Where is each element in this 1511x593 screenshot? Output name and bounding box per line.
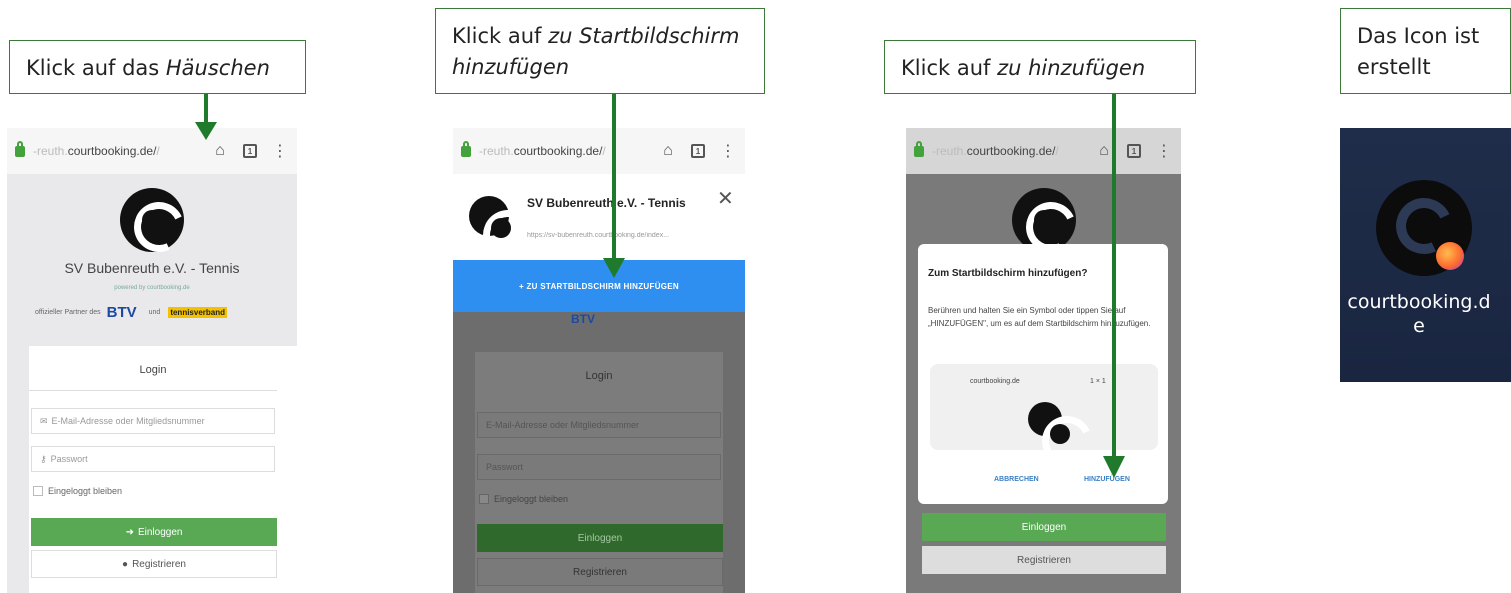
phone-screen-3: -reuth.courtbooking.de// ⌂ 1 ⋮ Einloggen… [906, 128, 1181, 593]
callout-step-4: Das Icon ist erstellt [1340, 8, 1511, 94]
dimmed-page: Login E-Mail-Adresse oder Mitgliedsnumme… [453, 312, 745, 593]
email-input[interactable]: ✉ E-Mail-Adresse oder Mitgliedsnummer [31, 408, 275, 434]
lock-icon [15, 140, 25, 157]
password-input[interactable]: ⚷ Passwort [31, 446, 275, 472]
callout-step-1: Klick auf das Häuschen [9, 40, 306, 94]
email-placeholder: E-Mail-Adresse oder Mitgliedsnummer [486, 420, 640, 430]
callout-step-4-text: Das Icon ist erstellt [1357, 24, 1480, 79]
register-button-label: Registrieren [132, 558, 186, 570]
close-icon[interactable]: ✕ [717, 186, 734, 211]
home-icon[interactable]: ⌂ [659, 142, 677, 160]
arrow-2-head [603, 258, 625, 278]
club-logo [120, 188, 184, 252]
callout-step-1-emphasis: Häuschen [165, 56, 270, 80]
arrow-3 [1112, 94, 1116, 460]
login-button[interactable]: Einloggen [922, 513, 1166, 541]
powered-by: powered by courtbooking.de [114, 285, 190, 291]
club-logo [1012, 188, 1076, 252]
callout-step-1-text: Klick auf das [26, 56, 166, 80]
address-bar: -reuth.courtbooking.de// ⌂ 1 ⋮ [7, 128, 297, 174]
login-button[interactable]: Einloggen [477, 524, 723, 552]
tabs-icon[interactable]: 1 [689, 142, 707, 160]
dialog-title: Zum Startbildschirm hinzufügen? [928, 268, 1088, 279]
menu-dots-icon[interactable]: ⋮ [719, 142, 737, 160]
home-icon[interactable]: ⌂ [1095, 142, 1113, 160]
lock-icon [461, 140, 471, 157]
email-input[interactable]: E-Mail-Adresse oder Mitgliedsnummer [477, 412, 721, 438]
home-icon[interactable]: ⌂ [211, 142, 229, 160]
callout-step-3-emphasis: zu hinzufügen [997, 56, 1146, 80]
register-button[interactable]: Registrieren [477, 558, 723, 586]
callout-step-3-text: Klick auf [901, 56, 998, 80]
arrow-1-head [195, 122, 217, 140]
url-text[interactable]: -reuth.courtbooking.de// [33, 144, 199, 158]
add-dialog: Zum Startbildschirm hinzufügen? Berühren… [918, 244, 1168, 504]
stay-logged-in-label: Eingeloggt bleiben [494, 494, 569, 504]
callout-step-3: Klick auf zu hinzufügen [884, 40, 1196, 94]
cancel-button[interactable]: ABBRECHEN [994, 476, 1039, 483]
stay-logged-in-checkbox[interactable]: Eingeloggt bleiben [479, 494, 568, 504]
address-bar: -reuth.courtbooking.de// ⌂ 1 ⋮ [453, 128, 745, 174]
password-placeholder: Passwort [486, 462, 524, 472]
url-text[interactable]: -reuth.courtbooking.de// [479, 144, 647, 158]
preview-logo-icon[interactable] [1028, 402, 1070, 444]
club-name: SV Bubenreuth e.V. - Tennis [64, 260, 240, 276]
phone-screen-2: -reuth.courtbooking.de// ⌂ 1 ⋮ Login E-M… [453, 128, 745, 593]
stay-logged-in-label: Eingeloggt bleiben [48, 486, 123, 496]
phone-screen-1: -reuth.courtbooking.de// ⌂ 1 ⋮ SV Bubenr… [7, 128, 297, 593]
email-placeholder: E-Mail-Adresse oder Mitgliedsnummer [51, 416, 205, 426]
add-to-homescreen-label: + ZU STARTBILDSCHIRM HINZUFÜGEN [518, 281, 680, 291]
login-button-label: Einloggen [1021, 521, 1067, 533]
tabs-icon[interactable]: 1 [241, 142, 259, 160]
dialog-body: Berühren und halten Sie ein Symbol oder … [928, 306, 1151, 328]
partner-text: offizieller Partner des [35, 308, 101, 316]
login-title: Login [585, 370, 613, 382]
tabs-icon[interactable]: 1 [1125, 142, 1143, 160]
site-url: https://sv-bubenreuth.courtbooking.de/in… [527, 232, 670, 239]
key-icon: ⚷ [40, 453, 47, 464]
partner-row: offizieller Partner des BTV und tennisve… [35, 302, 275, 322]
address-bar: -reuth.courtbooking.de// ⌂ 1 ⋮ [906, 128, 1181, 174]
login-title: Login [139, 364, 167, 376]
stay-logged-in-checkbox[interactable]: Eingeloggt bleiben [33, 486, 122, 496]
callout-step-2-text: Klick auf [452, 24, 549, 48]
firefox-badge-icon [1436, 242, 1464, 270]
menu-dots-icon[interactable]: ⋮ [1155, 142, 1173, 160]
tennisverband-logo: tennisverband [168, 306, 227, 318]
login-button[interactable]: ➜ Einloggen [31, 518, 277, 546]
password-input[interactable]: Passwort [477, 454, 721, 480]
preview-box: courtbooking.de 1 × 1 [930, 364, 1158, 450]
login-icon: ➜ [125, 526, 134, 538]
register-button-label: Registrieren [573, 566, 627, 578]
app-icon-label: courtbooking.de [1347, 291, 1491, 337]
add-to-homescreen-button[interactable]: + ZU STARTBILDSCHIRM HINZUFÜGEN [453, 260, 745, 312]
password-placeholder: Passwort [50, 454, 88, 464]
preview-size: 1 × 1 [1090, 378, 1106, 385]
app-icon[interactable] [1376, 180, 1472, 276]
site-logo [469, 196, 511, 238]
and-text: und [148, 308, 161, 316]
btv-logo: BTV [106, 303, 137, 321]
callout-step-2: Klick auf zu Startbildschirm hinzufügen [435, 8, 765, 94]
menu-dots-icon[interactable]: ⋮ [271, 142, 289, 160]
arrow-3-head [1103, 456, 1125, 478]
globe-icon: ● [122, 558, 129, 570]
preview-label: courtbooking.de [970, 378, 1020, 385]
site-title: SV Bubenreuth e.V. - Tennis [527, 196, 686, 210]
arrow-2 [612, 94, 616, 260]
register-button-label: Registrieren [1017, 554, 1071, 566]
login-button-label: Einloggen [137, 526, 183, 538]
login-card: Login ✉ E-Mail-Adresse oder Mitgliedsnumm… [29, 346, 297, 593]
mail-icon: ✉ [40, 415, 48, 426]
register-button[interactable]: ● Registrieren [31, 550, 277, 578]
login-button-label: Einloggen [577, 532, 623, 544]
lock-icon [914, 140, 924, 157]
home-screen: courtbooking.de [1340, 128, 1511, 382]
register-button[interactable]: Registrieren [922, 546, 1166, 574]
url-text[interactable]: -reuth.courtbooking.de// [932, 144, 1083, 158]
install-sheet: SV Bubenreuth e.V. - Tennis https://sv-b… [453, 174, 745, 260]
